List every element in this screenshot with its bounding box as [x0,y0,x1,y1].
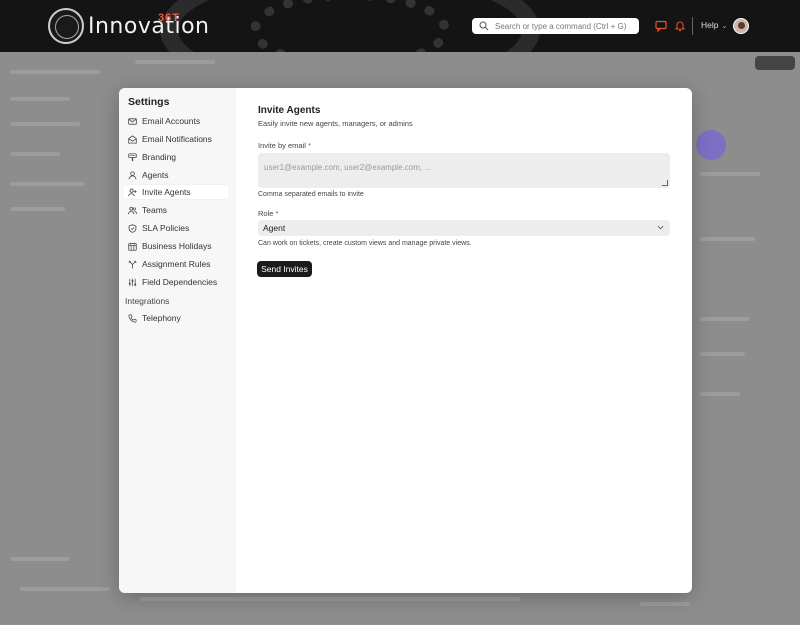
page-subtitle: Easily invite new agents, managers, or a… [258,119,413,128]
sidebar-item-invite-agents[interactable]: Invite Agents [123,185,229,199]
role-help-text: Can work on tickets, create custom views… [258,240,472,247]
bell-icon[interactable] [674,20,686,32]
sidebar-item-telephony[interactable]: Telephony [123,311,229,325]
sidebar-item-label: Business Holidays [142,241,212,251]
sidebar-item-label: Branding [142,152,177,162]
settings-sidebar: Settings Email Accounts Email Notificati… [119,88,236,593]
chat-icon[interactable] [655,20,667,32]
help-menu[interactable]: Help ⌄ [701,20,727,30]
required-mark: * [308,141,311,150]
user-icon [128,170,137,179]
search-icon [479,21,489,31]
chevron-down-icon: ⌄ [721,23,728,30]
logo-superscript: 36T [158,12,180,24]
user-plus-icon [128,188,137,196]
sidebar-item-label: SLA Policies [142,223,190,233]
background-button [755,56,795,70]
navbar-divider [692,17,693,35]
sidebar-item-label: Invite Agents [142,187,191,197]
help-label: Help [701,20,719,30]
search-placeholder: Search or type a command (Ctrl + G) [495,21,627,31]
logo-seal-icon[interactable] [48,8,84,44]
logo-text[interactable]: Innovation [88,14,209,39]
sidebar-item-label: Email Accounts [142,116,201,126]
send-invites-button[interactable]: Send Invites [257,261,312,277]
chevron-down-icon [657,225,664,230]
resize-handle[interactable] [662,180,668,186]
sidebar-item-business-holidays[interactable]: Business Holidays [123,239,229,253]
page-title: Invite Agents [258,105,321,116]
background-avatar [696,130,726,160]
required-mark: * [275,209,279,218]
avatar[interactable] [733,18,749,34]
sidebar-item-field-dependencies[interactable]: Field Dependencies [123,275,229,289]
top-navbar: Innovation 36T Search or type a command … [0,0,800,52]
sliders-icon [128,278,137,286]
email-label: Invite by email * [258,141,311,150]
mail-icon [128,117,137,125]
sidebar-item-email-accounts[interactable]: Email Accounts [123,114,229,128]
sidebar-item-sla-policies[interactable]: SLA Policies [123,221,229,235]
users-icon [128,206,137,214]
header-decoration-inner [250,0,450,52]
role-label-text: Role [258,209,274,218]
sidebar-item-assignment-rules[interactable]: Assignment Rules [123,257,229,271]
role-select-value: Agent [263,223,286,233]
sidebar-item-label: Email Notifications [142,134,212,144]
shield-icon [128,223,137,233]
email-label-text: Invite by email [258,141,306,150]
sidebar-item-branding[interactable]: Branding [123,150,229,164]
sidebar-item-label: Telephony [142,313,181,323]
sidebar-item-label: Teams [142,205,168,215]
role-select[interactable]: Agent [258,220,670,236]
settings-title: Settings [128,96,170,108]
email-field[interactable]: user1@example.com, user2@example.com, ..… [258,153,670,188]
sidebar-item-email-notifications[interactable]: Email Notifications [123,132,229,146]
sidebar-item-label: Assignment Rules [142,259,211,269]
invite-agents-panel: Invite Agents Easily invite new agents, … [236,88,692,593]
sidebar-item-teams[interactable]: Teams [123,203,229,217]
sidebar-item-agents[interactable]: Agents [123,168,229,182]
email-placeholder: user1@example.com, user2@example.com, ..… [264,163,431,172]
brush-icon [128,152,137,161]
calendar-icon [128,242,137,251]
role-label: Role * [258,209,278,218]
sidebar-item-label: Field Dependencies [142,277,218,287]
sidebar-section-integrations: Integrations [125,296,170,306]
email-help-text: Comma separated emails to invite [258,191,364,198]
settings-modal: Settings Email Accounts Email Notificati… [119,88,692,593]
search-input[interactable]: Search or type a command (Ctrl + G) [472,18,639,34]
split-icon [128,260,137,269]
phone-icon [128,314,137,323]
mail-open-icon [128,134,137,144]
sidebar-item-label: Agents [142,170,169,180]
